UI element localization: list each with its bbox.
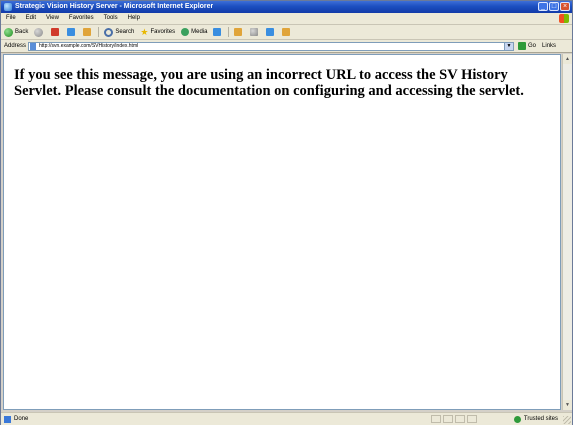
mail-button[interactable] [231, 28, 247, 36]
window-controls: _ □ × [538, 2, 570, 11]
trusted-zone-icon [513, 415, 521, 423]
stop-icon [51, 28, 60, 36]
page-status-icon [4, 415, 11, 423]
status-panel [443, 415, 453, 423]
menu-bar: File Edit View Favorites Tools Help [1, 13, 572, 25]
browser-window: Strategic Vision History Server - Micros… [0, 0, 573, 425]
menu-edit[interactable]: Edit [21, 13, 41, 24]
close-button[interactable]: × [560, 2, 570, 11]
home-icon [83, 28, 92, 36]
vertical-scrollbar[interactable]: ▲ ▼ [562, 54, 572, 410]
star-icon: ★ [140, 27, 149, 37]
page-icon [30, 42, 37, 50]
title-bar[interactable]: Strategic Vision History Server - Micros… [1, 1, 572, 13]
ie-icon [4, 3, 12, 11]
zone-label: Trusted sites [523, 416, 558, 422]
search-label: Search [115, 29, 135, 35]
menu-help[interactable]: Help [123, 13, 145, 24]
window-title: Strategic Vision History Server - Micros… [15, 3, 214, 10]
menu-favorites[interactable]: Favorites [64, 13, 99, 24]
address-label: Address [4, 43, 27, 49]
forward-button[interactable] [31, 27, 48, 37]
status-bar: Done Trusted sites [1, 412, 572, 425]
menu-view[interactable]: View [41, 13, 64, 24]
status-panel [467, 415, 477, 423]
toolbar-separator [228, 27, 230, 37]
address-input[interactable]: http://svn.example.com/SVHistory/index.h… [28, 41, 515, 51]
history-button[interactable] [210, 28, 226, 36]
address-bar: Address http://svn.example.com/SVHistory… [1, 40, 572, 53]
refresh-icon [67, 28, 76, 36]
back-button[interactable]: Back [1, 25, 31, 39]
stop-button[interactable] [48, 28, 64, 36]
back-label: Back [15, 29, 29, 35]
search-button[interactable]: Search [101, 25, 137, 39]
standard-toolbar: Back Search ★ Favorites Media [1, 25, 572, 40]
scroll-up-arrow-icon[interactable]: ▲ [563, 54, 572, 64]
status-text: Done [14, 416, 29, 422]
page-content: If you see this message, you are using a… [3, 54, 561, 410]
links-button[interactable]: Links [542, 40, 556, 52]
forward-arrow-icon [34, 27, 44, 37]
messenger-button[interactable] [279, 28, 295, 36]
security-zone: Trusted sites [513, 413, 558, 425]
mail-icon [234, 28, 243, 36]
edit-icon [266, 28, 275, 36]
go-button[interactable]: Go [518, 40, 536, 52]
windows-logo-icon [559, 14, 569, 23]
status-panel [455, 415, 465, 423]
go-arrow-icon [518, 42, 527, 50]
back-arrow-icon [4, 27, 13, 37]
menu-file[interactable]: File [1, 13, 21, 24]
media-label: Media [191, 29, 208, 35]
favorites-label: Favorites [150, 29, 176, 35]
home-button[interactable] [80, 28, 96, 36]
history-icon [213, 28, 222, 36]
scroll-down-arrow-icon[interactable]: ▼ [563, 400, 572, 410]
minimize-button[interactable]: _ [538, 2, 548, 11]
status-panels [431, 415, 477, 423]
search-icon [104, 27, 114, 37]
status-panel [431, 415, 441, 423]
error-message: If you see this message, you are using a… [14, 67, 524, 99]
resize-grip[interactable] [563, 416, 571, 424]
address-url: http://svn.example.com/SVHistory/index.h… [39, 42, 139, 49]
maximize-button[interactable]: □ [549, 2, 559, 11]
messenger-icon [282, 28, 291, 36]
edit-button[interactable] [263, 28, 279, 36]
media-button[interactable]: Media [178, 25, 210, 39]
print-button[interactable] [247, 28, 263, 36]
media-icon [181, 28, 190, 36]
favorites-button[interactable]: ★ Favorites [137, 25, 178, 39]
menu-tools[interactable]: Tools [99, 13, 123, 24]
chevron-down-icon[interactable]: ▼ [504, 42, 514, 50]
refresh-button[interactable] [64, 28, 80, 36]
go-label: Go [528, 43, 537, 49]
toolbar-separator [98, 27, 100, 37]
print-icon [250, 28, 259, 36]
